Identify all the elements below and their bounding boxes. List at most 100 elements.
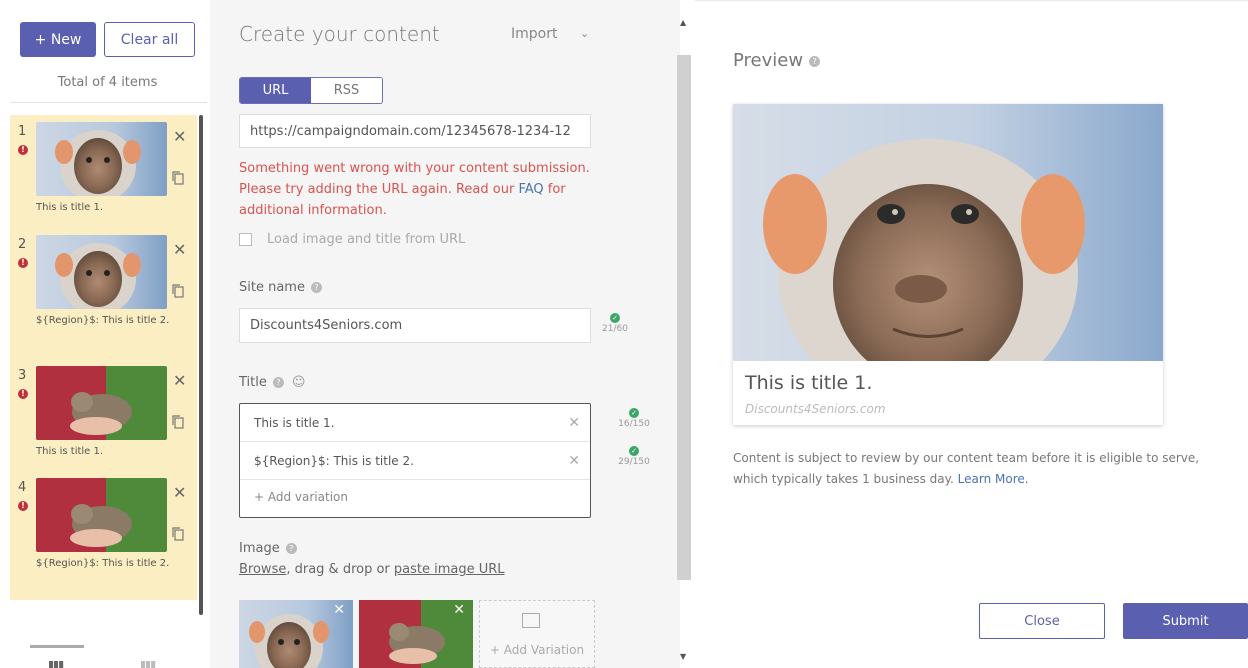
duplicate-icon[interactable] <box>172 527 184 541</box>
item-number: 4 <box>18 480 27 495</box>
title-variation-text[interactable]: ${Region}$: This is title 2. <box>254 454 414 468</box>
item-number: 2 <box>18 237 27 252</box>
add-title-variation[interactable]: + Add variation <box>254 490 348 504</box>
image-label-text: Image <box>239 541 280 556</box>
duplicate-icon[interactable] <box>172 284 184 298</box>
item-title: ${Region}$: This is title 2. <box>36 558 170 569</box>
title-variation-row[interactable]: This is title 1. ✕ <box>240 404 590 442</box>
clear-icon[interactable]: ✕ <box>568 453 580 469</box>
preview-card-site: Discounts4Seniors.com <box>745 402 886 416</box>
faq-link[interactable]: FAQ <box>518 182 543 197</box>
remove-item-icon[interactable]: ✕ <box>173 240 186 259</box>
preview-panel: Preview? This is title 1. Discounts4Seni… <box>695 0 1248 668</box>
error-message: Something went wrong with your content s… <box>239 158 599 221</box>
item-thumbnail <box>36 366 167 440</box>
site-name-label-text: Site name <box>239 280 305 295</box>
scroll-down-icon[interactable]: ▼ <box>680 652 686 661</box>
paste-url-link[interactable]: paste image URL <box>394 562 505 577</box>
title-counter-text: 29/150 <box>618 457 650 467</box>
clear-all-button[interactable]: Clear all <box>104 22 195 57</box>
item-title: ${Region}$: This is title 2. <box>36 315 170 326</box>
image-variation[interactable]: ✕ <box>359 600 473 668</box>
scroll-up-icon[interactable]: ▲ <box>680 18 686 27</box>
load-from-url-row: Load image and title from URL <box>239 232 465 247</box>
form-scrollbar[interactable] <box>677 55 691 580</box>
personalize-icon[interactable]: ☺ <box>292 375 306 390</box>
total-items-count: Total of 4 items <box>57 75 158 90</box>
item-thumbnail <box>36 122 167 196</box>
title-variation-text[interactable]: This is title 1. <box>254 416 334 430</box>
error-icon: ! <box>18 501 28 511</box>
image-help-mid: , drag & drop or <box>286 562 394 577</box>
form-title: Create your content <box>239 22 440 46</box>
item-thumbnail <box>36 235 167 309</box>
item-number: 1 <box>18 124 27 139</box>
site-name-counter: ✓ 21/60 <box>595 313 635 334</box>
list-view-icon[interactable]: ▮▮▮ <box>48 658 64 668</box>
divider <box>10 102 207 103</box>
remove-item-icon[interactable]: ✕ <box>173 483 186 502</box>
remove-item-icon[interactable]: ✕ <box>173 371 186 390</box>
site-name-label: Site name? <box>239 280 322 295</box>
title-counter-text: 16/150 <box>618 419 650 429</box>
duplicate-icon[interactable] <box>172 415 184 429</box>
add-image-variation-label: + Add Variation <box>489 643 585 657</box>
tab-rss[interactable]: RSS <box>311 78 382 103</box>
item-number: 3 <box>18 368 27 383</box>
error-icon: ! <box>18 389 28 399</box>
title-label-text: Title <box>239 375 267 390</box>
grid-view-icon[interactable]: ▮▮▮ <box>140 658 156 668</box>
remove-item-icon[interactable]: ✕ <box>173 127 186 146</box>
load-from-url-checkbox[interactable] <box>239 233 252 246</box>
image-label: Image? <box>239 541 297 556</box>
url-input[interactable]: https://campaigndomain.com/12345678-1234… <box>239 114 591 148</box>
close-button[interactable]: Close <box>979 603 1105 639</box>
new-button[interactable]: + New <box>20 22 96 57</box>
preview-card: This is title 1. Discounts4Seniors.com <box>733 104 1163 425</box>
help-icon[interactable]: ? <box>310 282 322 293</box>
preview-card-title: This is title 1. <box>745 372 873 394</box>
clear-icon[interactable]: ✕ <box>568 415 580 431</box>
add-image-variation[interactable]: + Add Variation <box>479 600 595 668</box>
error-icon: ! <box>18 258 28 268</box>
title-variation-row[interactable]: ${Region}$: This is title 2. ✕ <box>240 442 590 480</box>
load-from-url-label: Load image and title from URL <box>267 232 466 247</box>
image-upload-help: Browse, drag & drop or paste image URL <box>239 562 505 577</box>
help-icon[interactable]: ? <box>809 55 821 67</box>
item-title: This is title 1. <box>36 446 104 457</box>
submit-button[interactable]: Submit <box>1123 603 1248 639</box>
preview-image <box>733 104 1163 361</box>
item-sidebar: + New Clear all Total of 4 items 1 ! ✕ T… <box>0 0 210 668</box>
title-counter: ✓ 29/150 <box>614 446 654 467</box>
learn-more-link[interactable]: Learn More. <box>958 472 1029 486</box>
title-counter: ✓ 16/150 <box>614 408 654 429</box>
item-list: 1 ! ✕ This is title 1. 2 ! ✕ ${Region}$:… <box>10 115 197 600</box>
browse-link[interactable]: Browse <box>239 562 286 577</box>
preview-title-text: Preview <box>733 50 804 71</box>
help-icon[interactable]: ? <box>272 377 284 388</box>
check-icon: ✓ <box>610 313 620 323</box>
source-toggle: URL RSS <box>239 77 383 104</box>
item-thumbnail <box>36 478 167 552</box>
check-icon: ✓ <box>629 408 639 418</box>
title-label: Title? ☺ <box>239 375 305 390</box>
remove-image-icon[interactable]: ✕ <box>333 602 345 618</box>
error-icon: ! <box>18 145 28 155</box>
image-icon <box>522 613 540 628</box>
list-scrollbar[interactable] <box>199 115 203 615</box>
title-variations: This is title 1. ✕ ${Region}$: This is t… <box>239 403 591 518</box>
duplicate-icon[interactable] <box>172 171 184 185</box>
item-title: This is title 1. <box>36 202 104 213</box>
import-dropdown[interactable]: Import <box>511 26 557 42</box>
check-icon: ✓ <box>629 446 639 456</box>
image-variation[interactable]: ✕ <box>239 600 353 668</box>
help-icon[interactable]: ? <box>285 543 297 554</box>
preview-title: Preview? <box>733 50 821 71</box>
chevron-down-icon[interactable]: ⌄ <box>580 27 589 40</box>
review-note: Content is subject to review by our cont… <box>733 448 1203 490</box>
content-form: Create your content Import ⌄ URL RSS htt… <box>210 0 680 668</box>
tab-url[interactable]: URL <box>240 78 311 103</box>
remove-image-icon[interactable]: ✕ <box>453 602 465 618</box>
site-name-input[interactable]: Discounts4Seniors.com <box>239 308 591 343</box>
view-tab-indicator <box>30 645 84 648</box>
